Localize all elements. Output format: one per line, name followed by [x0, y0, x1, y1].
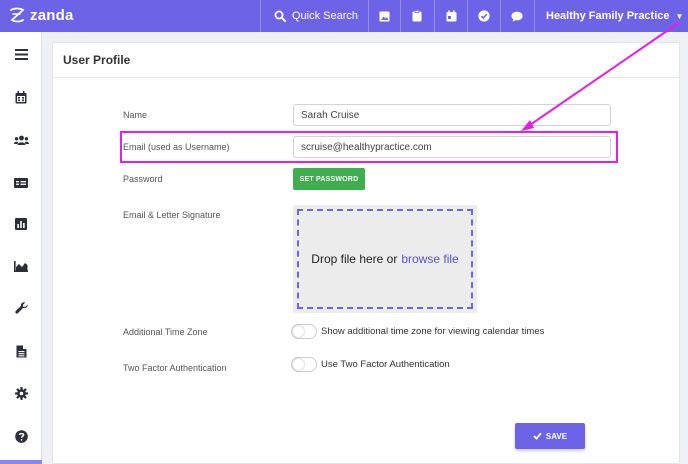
timezone-toggle[interactable]	[291, 324, 317, 339]
area-chart-icon[interactable]	[0, 254, 42, 278]
name-field[interactable]: Sarah Cruise	[293, 104, 611, 126]
divider	[534, 0, 535, 32]
gear-icon[interactable]	[0, 381, 42, 405]
timezone-label: Additional Time Zone	[123, 327, 208, 337]
users-icon[interactable]	[0, 128, 42, 152]
name-label: Name	[123, 110, 148, 120]
signature-label: Email & Letter Signature	[123, 210, 221, 220]
chat-icon[interactable]	[502, 0, 532, 32]
search-icon	[274, 10, 286, 22]
zanda-logo-icon	[10, 7, 25, 23]
quick-search-button[interactable]: Quick Search	[274, 0, 358, 32]
id-card-icon[interactable]	[0, 171, 42, 195]
email-field[interactable]: scruise@healthypractice.com	[293, 136, 611, 158]
top-navigation-bar: zanda Quick Search Healthy Family Practi…	[0, 0, 688, 32]
set-password-button[interactable]: SET PASSWORD	[293, 168, 365, 190]
divider	[53, 77, 679, 78]
timezone-toggle-text: Show additional time zone for viewing ca…	[321, 326, 545, 337]
email-label: Email (used as Username)	[123, 142, 230, 152]
password-label: Password	[123, 174, 163, 184]
sidebar	[0, 32, 42, 464]
practice-name: Healthy Family Practice	[546, 10, 670, 22]
practice-selector[interactable]: Healthy Family Practice ▼	[546, 0, 683, 32]
divider	[500, 0, 501, 32]
clipboard-icon[interactable]	[402, 0, 432, 32]
check-circle-icon[interactable]	[469, 0, 499, 32]
document-icon[interactable]	[0, 339, 42, 363]
divider	[260, 0, 261, 32]
page-title: User Profile	[63, 53, 131, 67]
calendar-icon[interactable]	[436, 0, 466, 32]
save-button[interactable]: SAVE	[515, 423, 585, 449]
zanda-logo[interactable]: zanda	[8, 6, 74, 24]
dropzone-area: Drop file here or browse file	[297, 209, 473, 309]
drop-text: Drop file here or	[311, 252, 398, 266]
two-factor-toggle[interactable]	[291, 357, 317, 372]
menu-icon[interactable]	[0, 42, 42, 66]
brand-name: zanda	[30, 6, 74, 24]
save-label: SAVE	[545, 431, 568, 441]
signature-dropzone[interactable]: Drop file here or browse file	[293, 205, 477, 313]
user-profile-card: User Profile Name Sarah Cruise Email (us…	[52, 42, 680, 464]
wrench-icon[interactable]	[0, 296, 42, 320]
quick-search-label: Quick Search	[292, 10, 359, 22]
calendar-icon[interactable]	[0, 85, 42, 109]
help-icon[interactable]	[0, 424, 42, 448]
image-icon[interactable]	[369, 0, 399, 32]
two-factor-label: Two Factor Authentication	[123, 363, 227, 373]
two-factor-toggle-text: Use Two Factor Authentication	[321, 359, 450, 370]
check-icon	[533, 432, 542, 440]
active-indicator	[0, 460, 42, 464]
bar-chart-icon[interactable]	[0, 212, 42, 236]
divider	[467, 0, 468, 32]
chevron-down-icon: ▼	[675, 11, 684, 21]
divider	[434, 0, 435, 32]
divider	[400, 0, 401, 32]
browse-file-link[interactable]: browse file	[401, 252, 458, 266]
